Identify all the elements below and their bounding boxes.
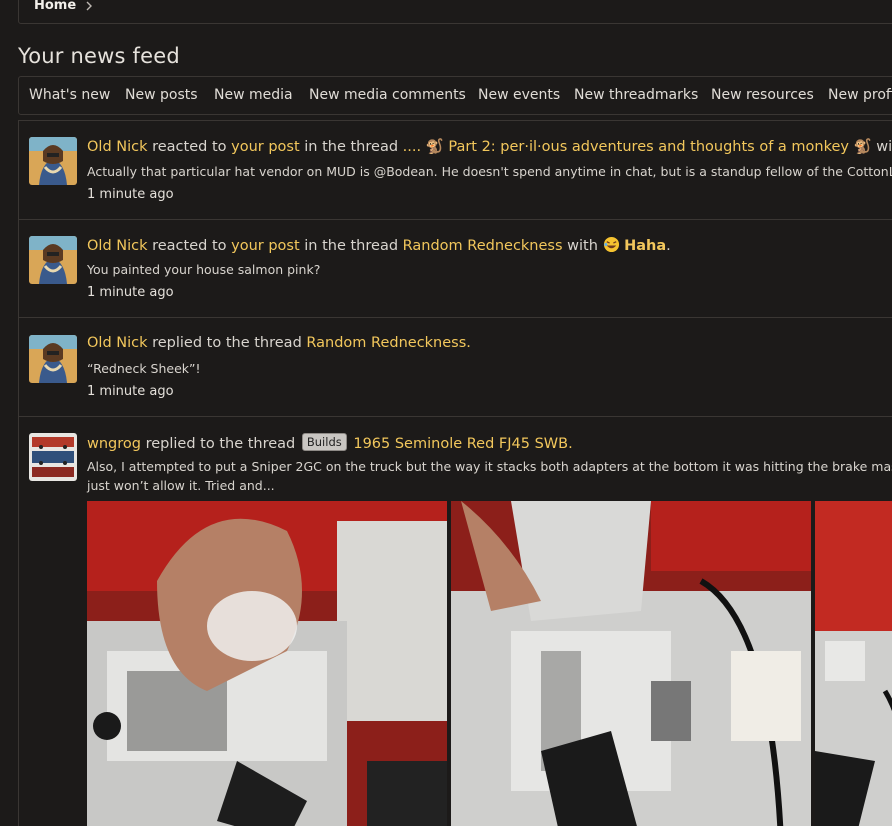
tab-new-media-comments[interactable]: New media comments <box>309 87 466 103</box>
timestamp[interactable]: 1 minute ago <box>87 384 174 399</box>
thread-link[interactable]: 1965 Seminole Red FJ45 SWB. <box>353 436 572 452</box>
activity-line: Old Nick replied to the thread Random Re… <box>87 335 471 351</box>
post-snippet-line: just won’t allow it. Tried and... <box>87 478 275 493</box>
breadcrumb: Home <box>18 0 892 24</box>
post-snippet-line: Also, I attempted to put a Sniper 2GC on… <box>87 459 892 474</box>
timestamp[interactable]: 1 minute ago <box>87 285 174 300</box>
news-feed-list: Old Nick reacted to your post in the thr… <box>18 120 892 826</box>
tab-new-events[interactable]: New events <box>478 87 560 103</box>
activity-line: Old Nick reacted to your post in the thr… <box>87 236 671 254</box>
user-link[interactable]: wngrog <box>87 436 141 452</box>
list-item: Old Nick reacted to your post in the thr… <box>19 121 892 220</box>
post-snippet: You painted your house salmon pink? <box>87 262 321 277</box>
list-item: Old Nick reacted to your post in the thr… <box>19 219 892 318</box>
timestamp[interactable]: 1 minute ago <box>87 187 174 202</box>
avatar[interactable] <box>29 433 77 481</box>
tab-new-threadmarks[interactable]: New threadmarks <box>574 87 698 103</box>
tab-whats-new[interactable]: What's new <box>29 87 110 103</box>
tab-bar: What's new New posts New media New media… <box>18 76 892 115</box>
tab-new-media[interactable]: New media <box>214 87 293 103</box>
thread-link[interactable]: .... 🐒 Part 2: per·il·ous adventures and… <box>403 139 872 155</box>
post-snippet: “Redneck Sheek”! <box>87 361 201 376</box>
post-snippet: Actually that particular hat vendor on M… <box>87 164 892 179</box>
avatar[interactable] <box>29 335 77 383</box>
user-link[interactable]: Old Nick <box>87 238 148 254</box>
avatar[interactable] <box>29 137 77 185</box>
chevron-right-icon <box>86 1 92 11</box>
tab-new-posts[interactable]: New posts <box>125 87 198 103</box>
thread-link[interactable]: Random Redneckness <box>403 238 563 254</box>
attachment-photo[interactable] <box>451 501 811 826</box>
laughing-emoji-icon <box>603 236 619 253</box>
post-link[interactable]: your post <box>231 139 300 155</box>
user-link[interactable]: Old Nick <box>87 335 148 351</box>
breadcrumb-home-link[interactable]: Home <box>34 0 76 13</box>
activity-line: Old Nick reacted to your post in the thr… <box>87 139 892 155</box>
news-feed-page: Home Your news feed What's new New posts… <box>0 0 892 826</box>
thread-link[interactable]: Random Redneckness. <box>306 335 471 351</box>
attachment-photo[interactable] <box>815 501 892 826</box>
thread-prefix-badge[interactable]: Builds <box>301 433 347 451</box>
tab-new-profile-posts[interactable]: New profi <box>828 87 892 103</box>
avatar[interactable] <box>29 236 77 284</box>
list-item: Old Nick replied to the thread Random Re… <box>19 317 892 417</box>
tab-new-resources[interactable]: New resources <box>711 87 814 103</box>
reaction-label: Haha <box>624 238 667 254</box>
activity-line: wngrog replied to the thread Builds 1965… <box>87 433 573 452</box>
post-link[interactable]: your post <box>231 238 300 254</box>
user-link[interactable]: Old Nick <box>87 139 148 155</box>
page-title: Your news feed <box>18 44 180 68</box>
attachment-photo[interactable] <box>87 501 447 826</box>
